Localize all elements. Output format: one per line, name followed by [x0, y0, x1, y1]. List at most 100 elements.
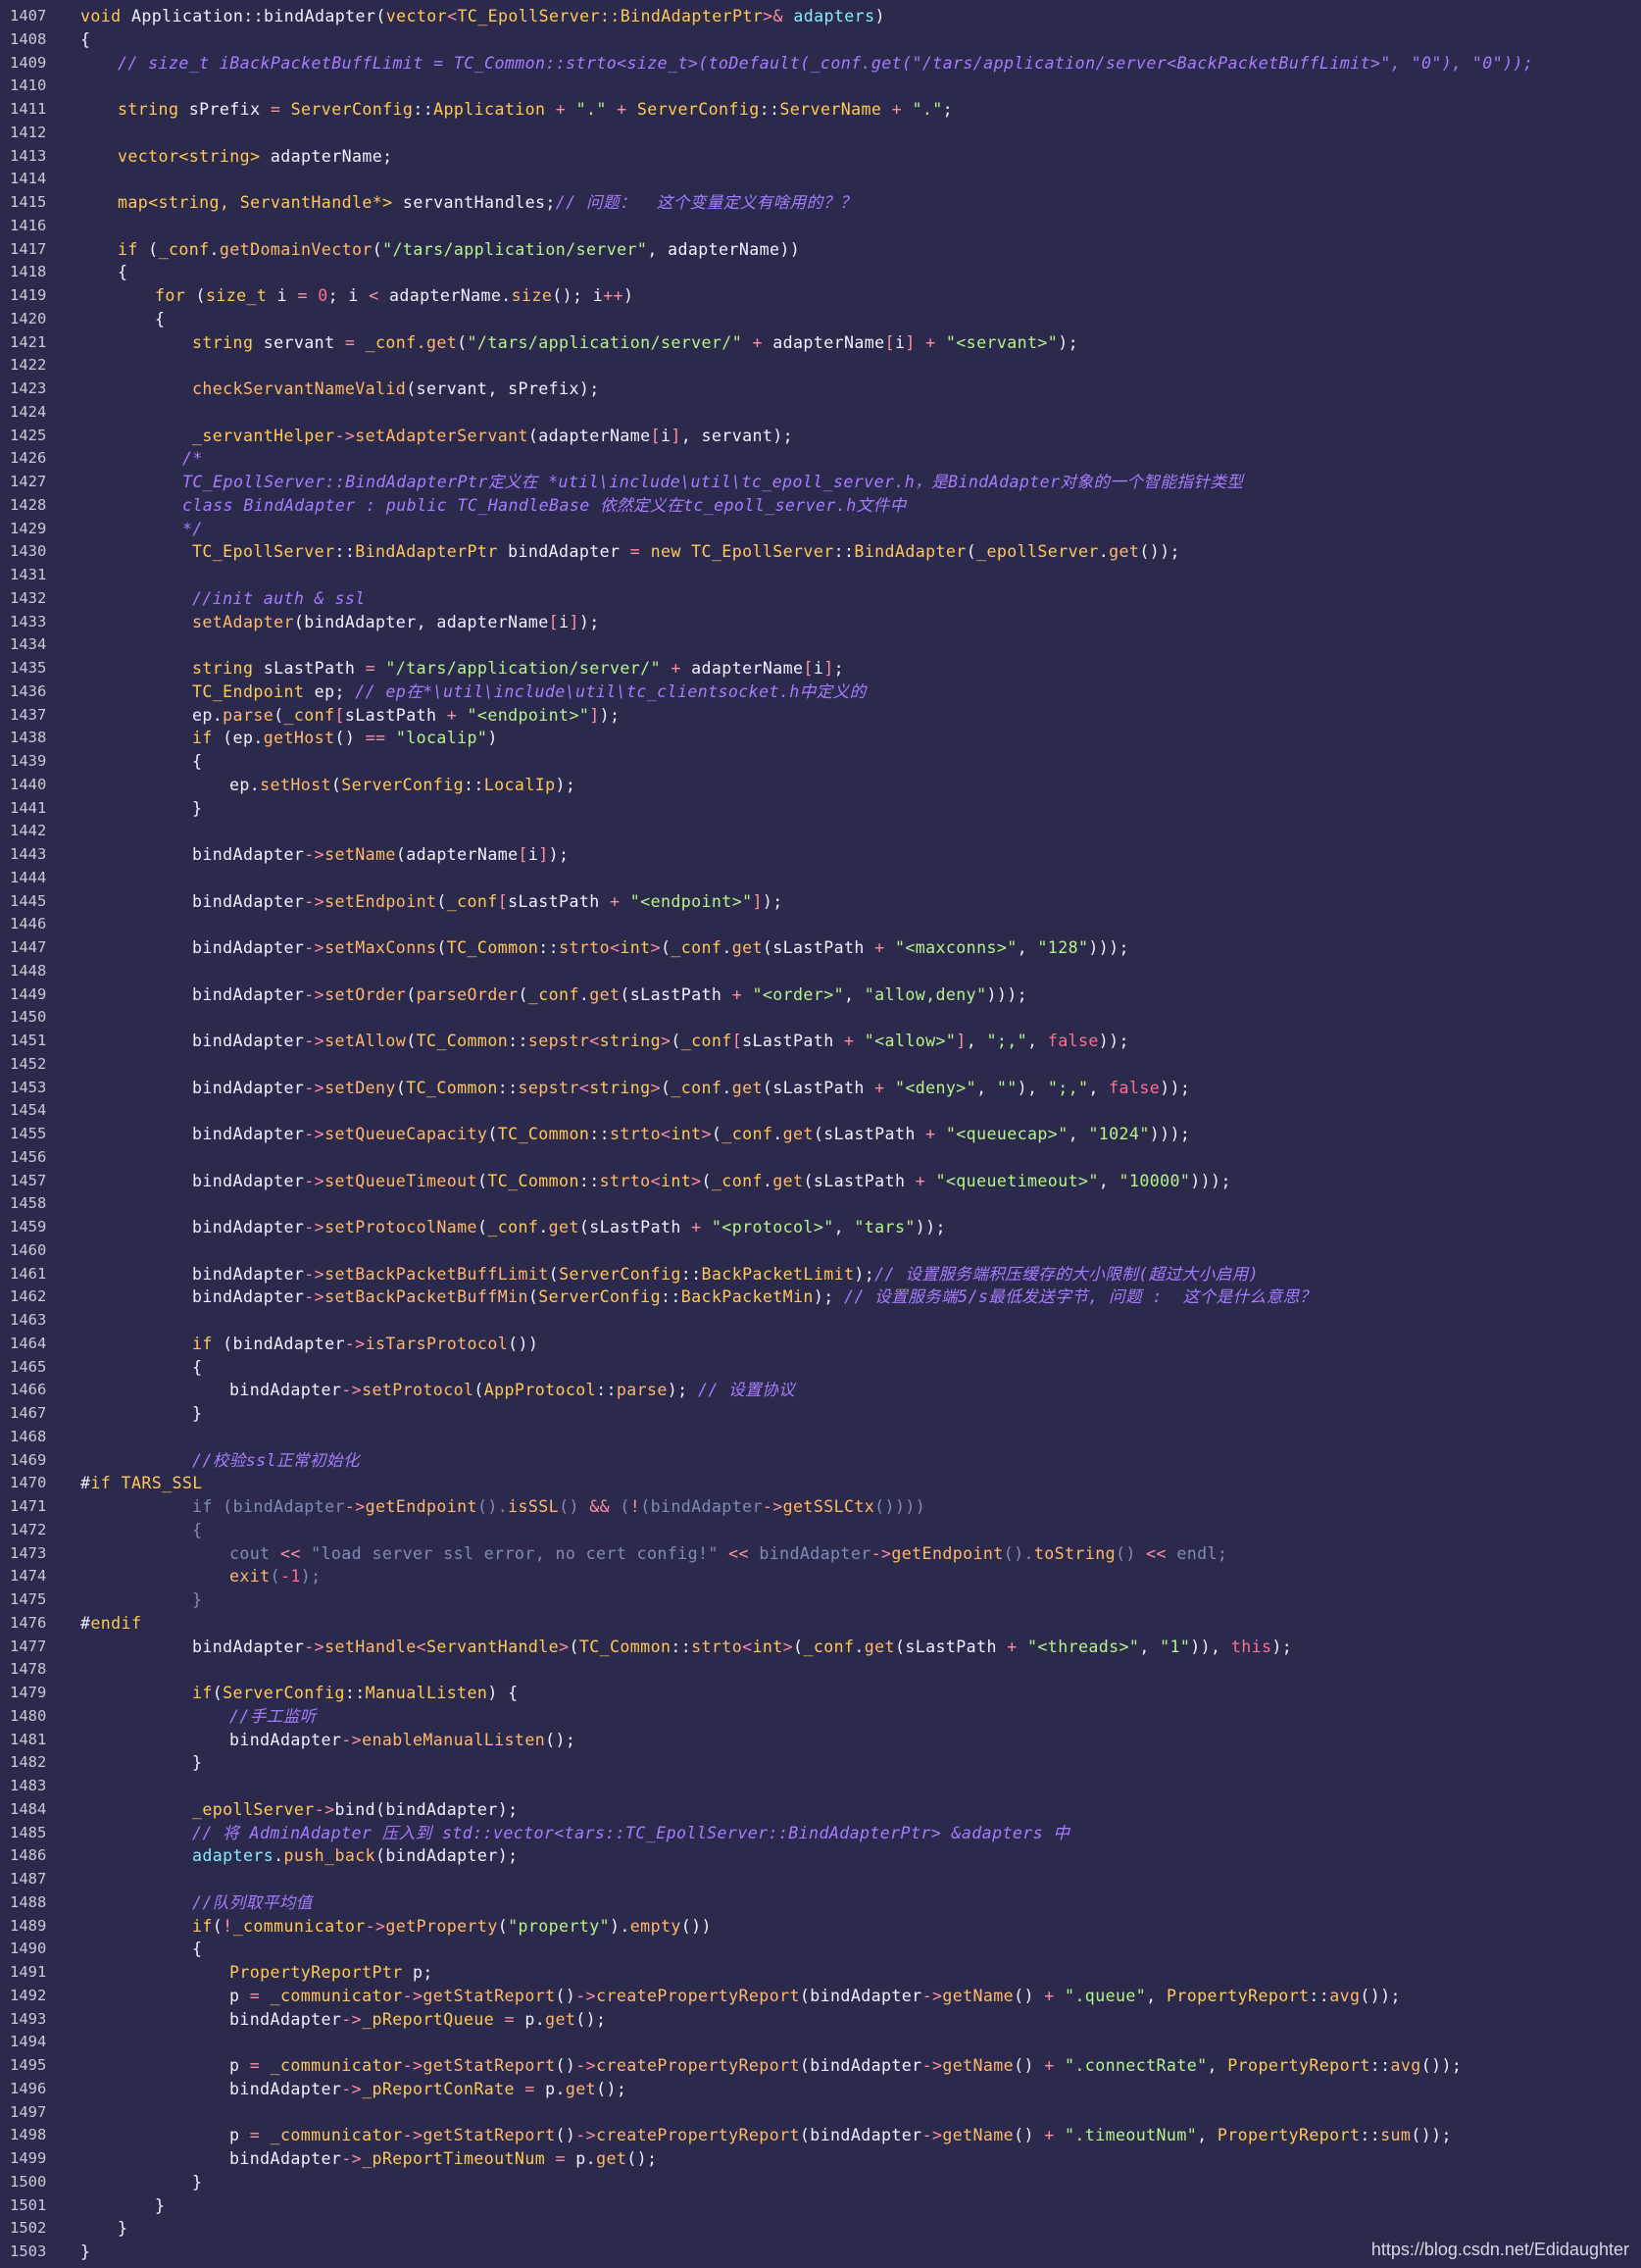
code-line[interactable]: 1432 //init auth & ssl — [0, 587, 1641, 611]
code-line[interactable]: 1450 — [0, 1006, 1641, 1030]
code-line[interactable]: 1465 { — [0, 1356, 1641, 1380]
code-line[interactable]: 1442 — [0, 820, 1641, 843]
code-line[interactable]: 1417 if (_conf.getDomainVector("/tars/app… — [0, 238, 1641, 262]
code-line[interactable]: 1439 { — [0, 750, 1641, 774]
code-line[interactable]: 1421 string servant = _conf.get("/tars/ap… — [0, 331, 1641, 355]
code-line[interactable]: 1422 — [0, 354, 1641, 378]
code-line[interactable]: 1496 bindAdapter->_pReportConRate = p.get… — [0, 2078, 1641, 2101]
code-line[interactable]: 1470 #if TARS_SSL — [0, 1472, 1641, 1495]
code-line[interactable]: 1488 //队列取平均值 — [0, 1891, 1641, 1915]
code-line[interactable]: 1486 adapters.push_back(bindAdapter); — [0, 1844, 1641, 1868]
code-line[interactable]: 1437 ep.parse(_conf[sLastPath + "<endpoin… — [0, 704, 1641, 728]
code-line[interactable]: 1459 bindAdapter->setProtocolName(_conf.g… — [0, 1216, 1641, 1239]
code-line[interactable]: 1476 #endif — [0, 1612, 1641, 1636]
code-line[interactable]: 1440 ep.setHost(ServerConfig::LocalIp); — [0, 774, 1641, 797]
code-line[interactable]: 1500} — [0, 2171, 1641, 2194]
code-line[interactable]: 1479 if(ServerConfig::ManualListen) { — [0, 1682, 1641, 1705]
code-line[interactable]: 1483 — [0, 1775, 1641, 1798]
code-line[interactable]: 1454 — [0, 1099, 1641, 1123]
code-line[interactable]: 1484 _epollServer->bind(bindAdapter); — [0, 1798, 1641, 1822]
code-line[interactable]: 1411 string sPrefix = ServerConfig::Appli… — [0, 98, 1641, 122]
code-line[interactable]: 1475} — [0, 1588, 1641, 1612]
code-line[interactable]: 1498 p = _communicator->getStatReport()->… — [0, 2124, 1641, 2147]
code-line[interactable]: 1441} — [0, 797, 1641, 821]
code-line[interactable]: 1445 bindAdapter->setEndpoint(_conf[sLast… — [0, 890, 1641, 914]
code-line[interactable]: 1408 { — [0, 28, 1641, 52]
code-line[interactable]: 1485 // 将 AdminAdapter 压入到 std::vector<ta… — [0, 1822, 1641, 1845]
code-line[interactable]: 1435 string sLastPath = "/tars/applicatio… — [0, 657, 1641, 680]
code-line[interactable]: 1433 setAdapter(bindAdapter, adapterName[… — [0, 611, 1641, 634]
code-line[interactable]: 1409 // size_t iBackPacketBuffLimit = TC_… — [0, 52, 1641, 76]
code-line[interactable]: 1477 bindAdapter->setHandle<ServantHandle… — [0, 1636, 1641, 1659]
code-line[interactable]: 1438 if (ep.getHost() == "localip") — [0, 727, 1641, 750]
code-line[interactable]: 1444 — [0, 867, 1641, 890]
code-line[interactable]: 1414 — [0, 168, 1641, 191]
code-line[interactable]: 1469 //校验ssl正常初始化 — [0, 1449, 1641, 1473]
code-line[interactable]: 1426 /* — [0, 447, 1641, 471]
code-line[interactable]: 1443 bindAdapter->setName(adapterName[i])… — [0, 843, 1641, 867]
code-line[interactable]: 1428 class BindAdapter : public TC_Handle… — [0, 494, 1641, 518]
code-line[interactable]: 1416 — [0, 215, 1641, 238]
code-line[interactable]: 1468 — [0, 1426, 1641, 1449]
code-line[interactable]: 1480 //手工监听 — [0, 1705, 1641, 1729]
code-line[interactable]: 1448 — [0, 960, 1641, 983]
code-line[interactable]: 1466 bindAdapter->setProtocol(AppProtocol… — [0, 1379, 1641, 1402]
code-line[interactable]: 1489 if(!_communicator->getProperty("prop… — [0, 1915, 1641, 1939]
code-line[interactable]: 1413 vector<string> adapterName; — [0, 145, 1641, 169]
code-line[interactable]: 1458 — [0, 1192, 1641, 1216]
code-line[interactable]: 1495 p = _communicator->getStatReport()->… — [0, 2054, 1641, 2078]
code-line[interactable]: 1447 bindAdapter->setMaxConns(TC_Common::… — [0, 936, 1641, 960]
code-line[interactable]: 1471 if (bindAdapter->getEndpoint().isSSL… — [0, 1495, 1641, 1519]
code-line[interactable]: 1451 bindAdapter->setAllow(TC_Common::sep… — [0, 1030, 1641, 1053]
code-line[interactable]: 1481 bindAdapter->enableManualListen(); — [0, 1729, 1641, 1752]
code-line[interactable]: 1425 _servantHelper->setAdapterServant(ad… — [0, 425, 1641, 448]
code-line[interactable]: 1461 bindAdapter->setBackPacketBuffLimit(… — [0, 1263, 1641, 1286]
code-line[interactable]: 1474 exit(-1); — [0, 1565, 1641, 1588]
code-line[interactable]: 1453 bindAdapter->setDeny(TC_Common::seps… — [0, 1077, 1641, 1100]
code-line[interactable]: 1478 — [0, 1658, 1641, 1682]
code-line[interactable]: 1482} — [0, 1751, 1641, 1775]
code-token: . — [721, 1078, 732, 1097]
code-line[interactable]: 1462 bindAdapter->setBackPacketBuffMin(Se… — [0, 1285, 1641, 1309]
code-line[interactable]: 1457 bindAdapter->setQueueTimeout(TC_Comm… — [0, 1170, 1641, 1193]
code-line[interactable]: 1418 { — [0, 261, 1641, 284]
code-line[interactable]: 1420 { — [0, 308, 1641, 331]
code-line[interactable]: 1493 bindAdapter->_pReportQueue = p.get()… — [0, 2008, 1641, 2032]
code-line[interactable]: 1452 — [0, 1053, 1641, 1077]
code-line[interactable]: 1431 — [0, 564, 1641, 587]
code-line[interactable]: 1502} — [0, 2217, 1641, 2241]
code-token: ()) — [680, 1916, 712, 1936]
code-line[interactable]: 1419 for (size_t i = 0; i < adapterName.s… — [0, 284, 1641, 308]
code-editor[interactable]: 1407 void Application::bindAdapter(vector… — [0, 5, 1641, 2264]
code-line[interactable]: 1491 PropertyReportPtr p; — [0, 1961, 1641, 1985]
code-line[interactable]: 1424 — [0, 401, 1641, 425]
code-line[interactable]: 1487 — [0, 1868, 1641, 1891]
code-line[interactable]: 1430 TC_EpollServer::BindAdapterPtr bindA… — [0, 540, 1641, 564]
code-line[interactable]: 1412 — [0, 122, 1641, 145]
code-line[interactable]: 1490 { — [0, 1938, 1641, 1961]
code-line[interactable]: 1501} — [0, 2194, 1641, 2218]
code-line[interactable]: 1446 — [0, 913, 1641, 936]
code-line[interactable]: 1427 TC_EpollServer::BindAdapterPtr定义在 *u… — [0, 471, 1641, 494]
code-line[interactable]: 1497 — [0, 2101, 1641, 2125]
code-line[interactable]: 1456 — [0, 1146, 1641, 1170]
code-line[interactable]: 1499 bindAdapter->_pReportTimeoutNum = p.… — [0, 2147, 1641, 2171]
code-token: "<queuetimeout>" — [935, 1171, 1099, 1190]
code-line[interactable]: 1423 checkServantNameValid(servant, sPref… — [0, 378, 1641, 401]
code-line[interactable]: 1429 */ — [0, 518, 1641, 541]
code-line[interactable]: 1472 { — [0, 1519, 1641, 1542]
code-line[interactable]: 1436 TC_Endpoint ep; // ep在*\util\include… — [0, 680, 1641, 704]
code-line[interactable]: 1494 — [0, 2031, 1641, 2054]
code-line[interactable]: 1434 — [0, 633, 1641, 657]
code-line[interactable]: 1492 p = _communicator->getStatReport()->… — [0, 1985, 1641, 2008]
code-line[interactable]: 1464 if (bindAdapter->isTarsProtocol()) — [0, 1333, 1641, 1356]
code-line[interactable]: 1407 void Application::bindAdapter(vector… — [0, 5, 1641, 28]
code-line[interactable]: 1467} — [0, 1402, 1641, 1426]
code-line[interactable]: 1455 bindAdapter->setQueueCapacity(TC_Com… — [0, 1123, 1641, 1146]
code-line[interactable]: 1473 cout << "load server ssl error, no c… — [0, 1542, 1641, 1566]
code-line[interactable]: 1449 bindAdapter->setOrder(parseOrder(_co… — [0, 983, 1641, 1007]
code-line[interactable]: 1463 — [0, 1309, 1641, 1333]
code-line[interactable]: 1415 map<string, ServantHandle*> servantH… — [0, 191, 1641, 215]
code-line[interactable]: 1410 — [0, 75, 1641, 98]
code-line[interactable]: 1460 — [0, 1239, 1641, 1263]
